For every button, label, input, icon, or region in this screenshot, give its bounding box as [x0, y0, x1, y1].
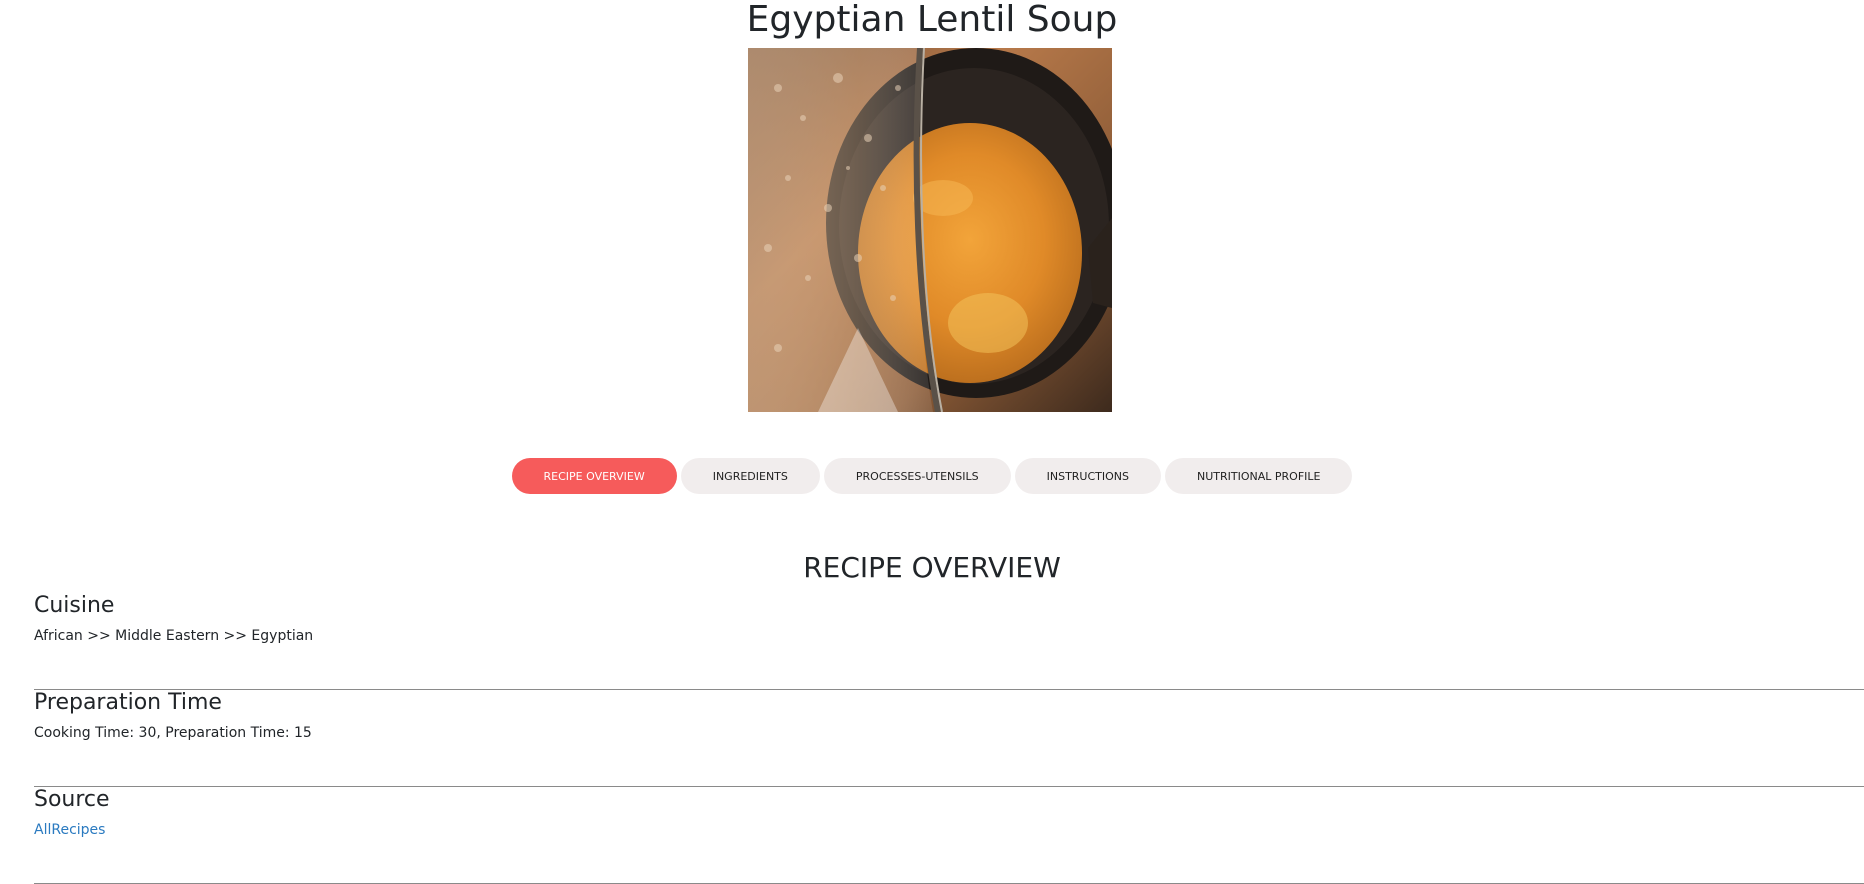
source-link[interactable]: AllRecipes: [34, 820, 105, 840]
recipe-tabs: RECIPE OVERVIEW INGREDIENTS PROCESSES-UT…: [0, 458, 1864, 494]
cuisine-section: Cuisine African >> Middle Eastern >> Egy…: [34, 592, 1864, 646]
tab-recipe-overview[interactable]: RECIPE OVERVIEW: [511, 458, 677, 494]
recipe-page: Egyptian Lentil Soup RECIPE OVERVIEW ING…: [0, 0, 1864, 884]
preparation-time-section: Preparation Time Cooking Time: 30, Prepa…: [34, 689, 1864, 743]
recipe-title: Egyptian Lentil Soup: [746, 0, 1118, 40]
recipe-image: [748, 48, 1112, 412]
source-section: Source AllRecipes: [34, 786, 1864, 840]
tab-nutritional-profile[interactable]: NUTRITIONAL PROFILE: [1165, 458, 1353, 494]
tab-processes-utensils[interactable]: PROCESSES-UTENSILS: [823, 458, 1011, 494]
soup-photo-illustration: [748, 48, 1112, 412]
tab-instructions[interactable]: INSTRUCTIONS: [1014, 458, 1161, 494]
cuisine-value: African >> Middle Eastern >> Egyptian: [34, 628, 314, 644]
source-heading: Source: [34, 787, 110, 812]
tab-ingredients[interactable]: INGREDIENTS: [680, 458, 820, 494]
cuisine-heading: Cuisine: [34, 593, 115, 618]
preparation-time-heading: Preparation Time: [34, 690, 222, 715]
section-title: RECIPE OVERVIEW: [803, 551, 1061, 584]
preparation-time-value: Cooking Time: 30, Preparation Time: 15: [34, 725, 312, 741]
